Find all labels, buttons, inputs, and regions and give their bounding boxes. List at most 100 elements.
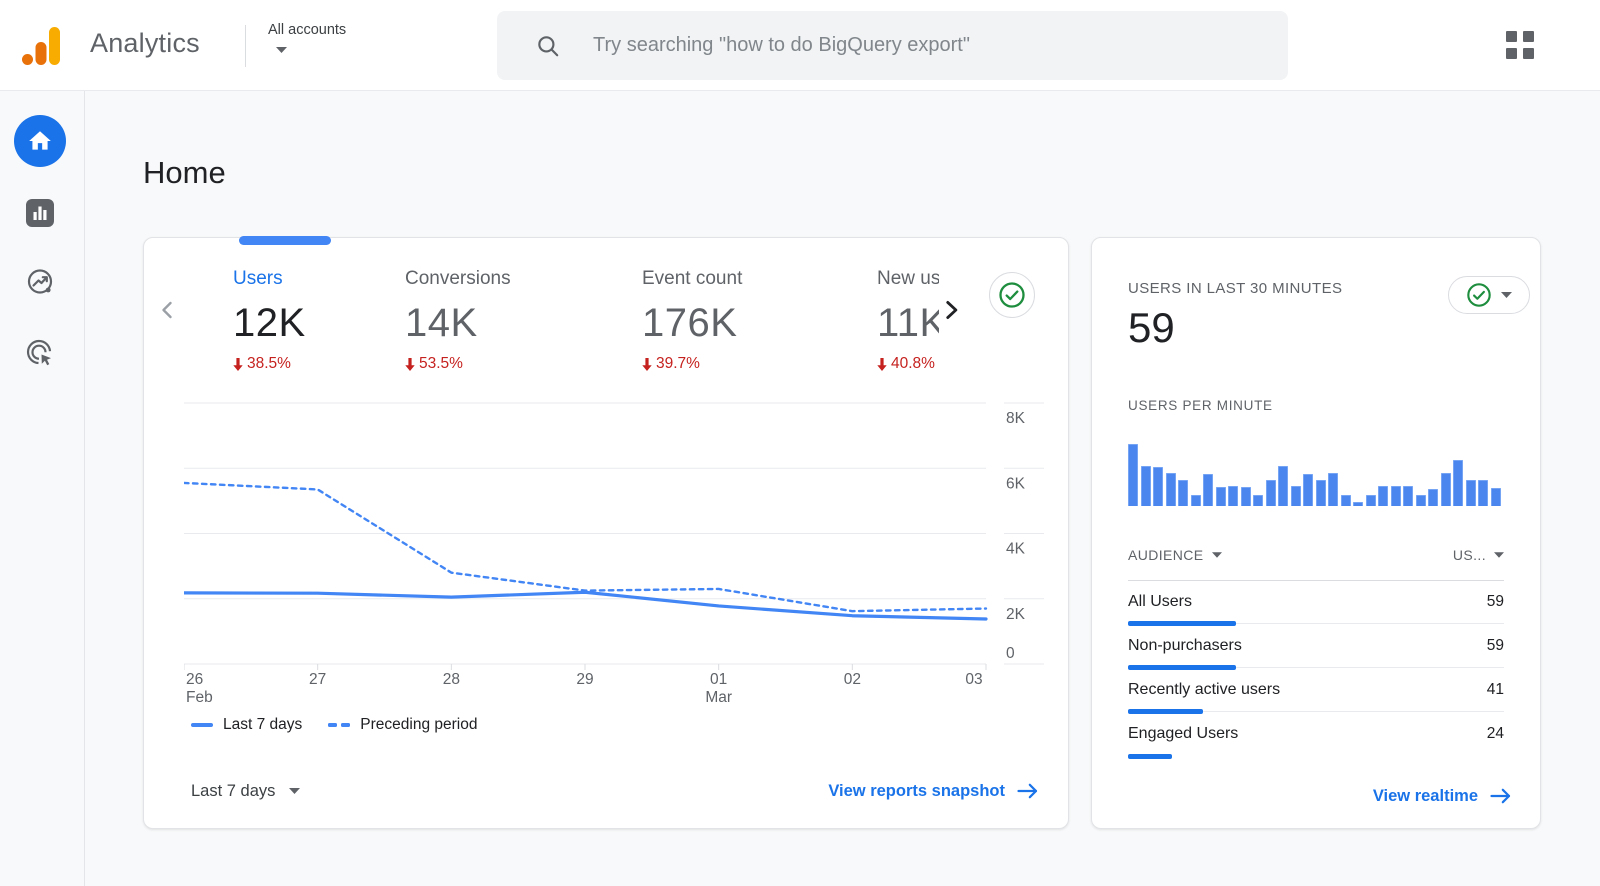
top-header: Analytics All accounts [0,0,1600,91]
overview-card-footer: Last 7 days View reports snapshot [191,771,1039,811]
sidebar-item-reports[interactable] [26,199,54,227]
svg-text:29: 29 [576,671,593,688]
chevron-down-icon [276,47,346,53]
chevron-down-icon [1494,552,1504,558]
audience-users: 59 [1487,593,1504,611]
arrow-right-icon [1490,788,1512,804]
metric-tab-conversions[interactable]: Conversions 14K 53.5% [405,266,615,373]
metric-label: Event count [642,266,852,292]
realtime-card-footer: View realtime [1373,776,1512,816]
svg-text:Feb: Feb [186,689,213,706]
svg-text:2K: 2K [1006,606,1026,623]
home-icon [27,128,53,154]
date-range-selector[interactable]: Last 7 days [191,782,300,801]
arrow-down-icon [642,358,652,371]
table-row[interactable]: All Users 59 [1128,580,1504,624]
product-name: Analytics [90,28,200,59]
check-circle-icon [998,281,1026,309]
audience-column-header[interactable]: AUDIENCE [1128,547,1222,563]
reports-snapshot-card: Users 12K 38.5% Conversions 14K 53.5% [143,237,1069,829]
search-input[interactable] [593,11,1253,80]
svg-text:28: 28 [443,671,460,688]
metrics-scroll-right-button[interactable] [938,294,970,326]
left-navigation-rail [0,91,85,886]
audience-users: 24 [1487,725,1504,743]
metric-label: New users [877,266,939,292]
check-circle-icon [1466,282,1492,308]
users-column-header[interactable]: US... [1453,547,1504,563]
svg-text:Mar: Mar [705,689,732,706]
users-last-30-min-value: 59 [1128,302,1175,354]
svg-text:02: 02 [844,671,861,688]
chevron-down-icon [1501,292,1512,298]
main-content: Home Users 12K 38.5% Conversions 14K [85,91,1600,886]
header-divider [245,25,246,67]
users-trend-line-chart: 0 2K 4K 6K 8K 26Feb 27 28 29 01Mar 02 03 [184,391,1044,709]
svg-text:27: 27 [309,671,326,688]
legend-item-last-7-days: Last 7 days [191,716,302,734]
arrow-down-icon [233,358,243,371]
realtime-title: USERS IN LAST 30 MINUTES [1128,280,1342,297]
page-title: Home [143,155,226,191]
chart-legend: Last 7 days Preceding period [191,716,477,734]
sidebar-item-home[interactable] [14,115,66,167]
metric-status-ok-button[interactable] [989,272,1035,318]
metric-delta: 40.8% [877,355,939,373]
selected-metric-tab-indicator [239,236,331,245]
account-selector-label: All accounts [268,22,346,38]
audience-users: 59 [1487,637,1504,655]
metric-tab-new-users[interactable]: New users 11K 40.8% [877,266,939,373]
google-analytics-logo-icon [22,27,62,65]
audience-value-bar [1128,754,1172,759]
audience-name: Engaged Users [1128,725,1238,743]
bar-chart-icon [26,199,54,227]
svg-text:4K: 4K [1006,541,1026,558]
audience-table: All Users 59 Non-purchasers 59 Recently … [1128,580,1504,756]
explore-trend-icon [25,267,55,297]
audience-name: Recently active users [1128,681,1280,699]
metric-value: 11K [877,300,939,346]
metric-tabs: Users 12K 38.5% Conversions 14K 53.5% [233,266,939,394]
legend-item-preceding-period: Preceding period [328,716,477,734]
dashed-line-swatch-icon [328,723,350,727]
arrow-down-icon [405,358,415,371]
svg-text:03: 03 [965,671,982,688]
svg-text:6K: 6K [1006,475,1026,492]
audience-name: All Users [1128,593,1192,611]
arrow-right-icon [1017,783,1039,799]
chevron-down-icon [289,788,300,794]
advertising-target-cursor-icon [25,338,55,368]
solid-line-swatch-icon [191,723,213,727]
svg-text:0: 0 [1006,645,1015,662]
audience-name: Non-purchasers [1128,637,1242,655]
metric-delta: 39.7% [642,355,852,373]
users-per-minute-label: USERS PER MINUTE [1128,398,1273,413]
svg-text:01: 01 [710,671,727,688]
table-row[interactable]: Recently active users 41 [1128,668,1504,712]
metric-value: 14K [405,300,615,346]
google-apps-grid-icon[interactable] [1506,31,1534,59]
search-bar [497,11,1288,80]
realtime-card: USERS IN LAST 30 MINUTES 59 USERS PER MI… [1091,237,1541,829]
table-row[interactable]: Non-purchasers 59 [1128,624,1504,668]
audience-table-header: AUDIENCE US... [1128,542,1504,568]
metrics-scroll-left-button[interactable] [156,296,184,324]
table-row[interactable]: Engaged Users 24 [1128,712,1504,756]
metric-delta: 53.5% [405,355,615,373]
analytics-home-page: Analytics All accounts [0,0,1600,886]
view-reports-snapshot-link[interactable]: View reports snapshot [828,782,1039,801]
account-selector[interactable]: All accounts [268,21,346,53]
sidebar-item-advertising[interactable] [25,338,55,368]
metric-value: 176K [642,300,852,346]
search-icon [535,33,561,59]
metric-tab-event-count[interactable]: Event count 176K 39.7% [642,266,852,373]
svg-text:8K: 8K [1006,410,1026,427]
audience-users: 41 [1487,681,1504,699]
arrow-down-icon [877,358,887,371]
svg-text:26: 26 [186,671,203,688]
sidebar-item-explore[interactable] [25,267,55,297]
realtime-status-dropdown-button[interactable] [1448,276,1530,314]
view-realtime-link[interactable]: View realtime [1373,787,1512,806]
users-per-minute-bar-chart [1128,434,1508,506]
metric-label: Conversions [405,266,615,292]
